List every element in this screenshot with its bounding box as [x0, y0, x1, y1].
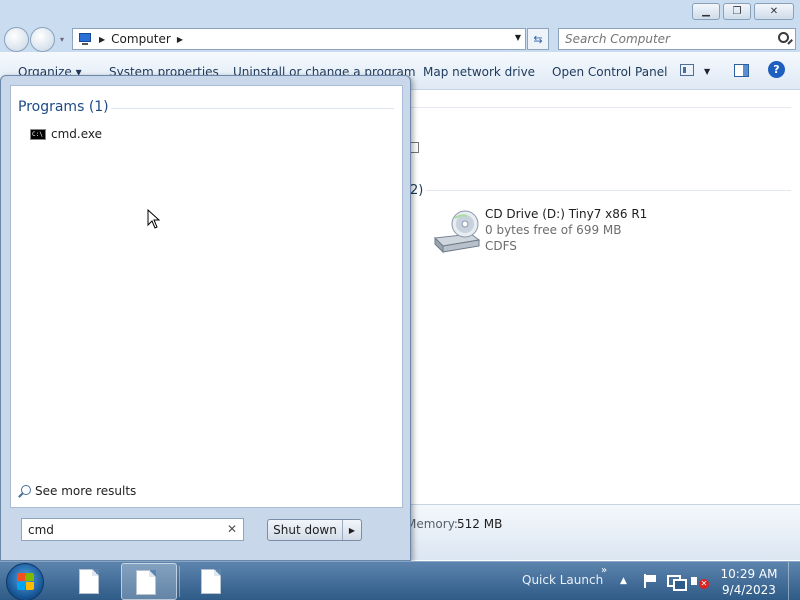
item-checkbox[interactable] — [410, 142, 419, 153]
navigation-bar: ▾ ▶ Computer ▶ ▼ ⇆ — [0, 26, 800, 52]
mouse-cursor-icon — [147, 209, 161, 229]
view-dropdown-icon[interactable]: ▼ — [704, 67, 710, 76]
system-clock[interactable]: 10:29 AM 9/4/2023 — [718, 566, 780, 598]
drive-name[interactable]: CD Drive (D:) Tiny7 x86 R1 — [485, 207, 647, 221]
group-divider — [411, 107, 791, 108]
action-center-flag-icon[interactable] — [643, 574, 657, 588]
document-icon — [79, 569, 99, 594]
search-input[interactable] — [565, 32, 765, 46]
taskbar-item-document-1[interactable] — [60, 563, 116, 600]
windows-logo-icon — [17, 573, 35, 591]
memory-label: Memory: — [406, 517, 458, 531]
quick-launch-chevron-icon[interactable]: » — [601, 565, 607, 576]
console-icon: C:\ — [30, 128, 46, 140]
taskbar-item-document-3[interactable] — [183, 563, 239, 600]
close-button[interactable]: ✕ — [754, 3, 794, 20]
memory-value: 512 MB — [457, 517, 503, 531]
recent-pages-chevron-icon[interactable]: ▾ — [60, 35, 64, 44]
breadcrumb-arrow-icon[interactable]: ▶ — [99, 35, 105, 44]
taskbar-divider — [179, 566, 180, 597]
see-more-results-link[interactable]: See more results — [18, 484, 136, 498]
clock-date: 9/4/2023 — [722, 583, 776, 597]
volume-muted-icon[interactable]: ✕ — [691, 573, 709, 589]
taskbar-item-document-2[interactable] — [121, 563, 177, 600]
minimize-button[interactable]: ▁ — [692, 3, 720, 20]
search-results-panel: Programs (1) C:\ cmd.exe — [10, 85, 403, 508]
breadcrumb-arrow-icon[interactable]: ▶ — [177, 35, 183, 44]
quick-launch-toolbar[interactable]: Quick Launch — [522, 573, 603, 587]
shutdown-button-group: Shut down ▶ — [267, 519, 362, 541]
cd-drive-icon[interactable] — [431, 208, 481, 254]
computer-icon — [77, 32, 93, 46]
shutdown-options-icon[interactable]: ▶ — [343, 520, 361, 540]
drive-free-space: 0 bytes free of 699 MB — [485, 223, 622, 237]
magnifier-icon — [18, 484, 31, 498]
removable-storage-group-header[interactable]: 2) — [410, 183, 423, 198]
taskbar: Quick Launch » ▲ ✕ 10:29 AM 9/4/2023 — [0, 561, 800, 600]
start-menu: Programs (1) C:\ cmd.exe See more result… — [0, 75, 411, 561]
document-icon — [201, 569, 221, 594]
network-icon[interactable] — [667, 573, 687, 591]
shutdown-button[interactable]: Shut down — [268, 520, 343, 540]
result-cmd-exe[interactable]: C:\ cmd.exe — [30, 127, 102, 141]
window-titlebar[interactable]: ▁ ❐ ✕ — [0, 0, 800, 26]
back-button[interactable] — [4, 27, 29, 52]
see-more-label: See more results — [35, 484, 137, 498]
show-hidden-icons-icon[interactable]: ▲ — [620, 576, 627, 586]
start-search-box[interactable]: ✕ — [21, 518, 244, 541]
start-search-input[interactable] — [28, 522, 208, 537]
start-button[interactable] — [6, 563, 44, 600]
change-view-icon[interactable] — [680, 64, 694, 76]
search-icon[interactable] — [778, 32, 789, 43]
maximize-button[interactable]: ❐ — [723, 3, 751, 20]
help-icon[interactable]: ? — [768, 61, 785, 78]
search-box[interactable] — [558, 28, 796, 50]
result-label: cmd.exe — [51, 127, 103, 141]
group-divider — [426, 190, 791, 191]
forward-button[interactable] — [30, 27, 55, 52]
clear-search-icon[interactable]: ✕ — [227, 522, 237, 536]
clock-time: 10:29 AM — [720, 567, 778, 581]
breadcrumb-computer[interactable]: Computer — [111, 32, 171, 46]
map-network-drive-button[interactable]: Map network drive — [423, 65, 535, 79]
open-control-panel-button[interactable]: Open Control Panel — [552, 65, 667, 79]
programs-header: Programs (1) — [18, 99, 109, 115]
show-desktop-button[interactable] — [788, 562, 800, 600]
address-dropdown-icon[interactable]: ▼ — [515, 33, 521, 42]
preview-pane-icon[interactable] — [734, 64, 749, 77]
document-icon — [136, 570, 156, 595]
address-bar[interactable]: ▶ Computer ▶ ▼ — [72, 28, 526, 50]
header-divider — [111, 108, 394, 109]
refresh-button[interactable]: ⇆ — [527, 28, 549, 50]
window-controls: ▁ ❐ ✕ — [692, 3, 794, 20]
drive-filesystem: CDFS — [485, 239, 517, 253]
